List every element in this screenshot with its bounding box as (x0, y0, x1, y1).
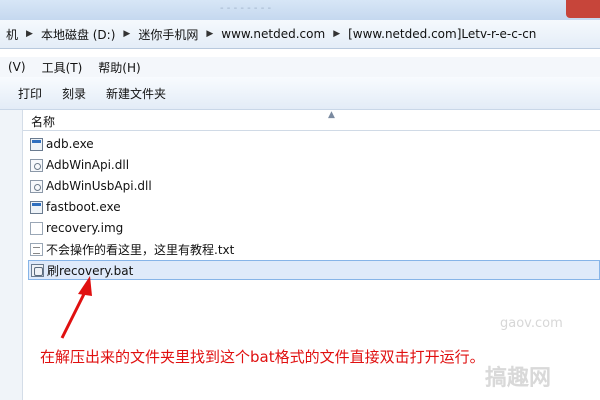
file-name: fastboot.exe (46, 200, 121, 214)
breadcrumb-folder[interactable]: 迷你手机网 (132, 26, 204, 43)
close-window-button[interactable] (566, 0, 600, 18)
watermark-logo: 搞趣网 (485, 366, 552, 391)
list-item[interactable]: recovery.img (30, 218, 123, 238)
exe-icon (30, 137, 43, 151)
file-list-header: 名称 ▲ (23, 110, 600, 131)
file-name: AdbWinUsbApi.dll (46, 179, 152, 193)
menu-view[interactable]: (V) (0, 60, 34, 74)
breadcrumb-separator-icon[interactable]: ▶ (24, 29, 35, 39)
breadcrumb-current-folder[interactable]: [www.netded.com]Letv-r-e-c-cn (342, 27, 542, 41)
watermark-url: gaov.com (500, 316, 563, 331)
breadcrumb-computer[interactable]: 机 (0, 26, 24, 43)
file-name: adb.exe (46, 137, 94, 151)
txt-icon (30, 242, 43, 256)
column-header-name[interactable]: 名称 (31, 113, 55, 130)
list-item-selected[interactable]: 刷recovery.bat (28, 260, 600, 280)
dll-icon (30, 179, 43, 193)
burn-button[interactable]: 刻录 (52, 85, 96, 102)
file-name: 刷recovery.bat (47, 263, 134, 278)
exe-icon (30, 200, 43, 214)
menu-tools[interactable]: 工具(T) (34, 59, 91, 76)
list-item[interactable]: AdbWinUsbApi.dll (30, 176, 152, 196)
img-icon (30, 221, 43, 235)
breadcrumb-separator-icon[interactable]: ▶ (121, 29, 132, 39)
print-button[interactable]: 打印 (0, 85, 52, 102)
breadcrumb-separator-icon[interactable]: ▶ (331, 29, 342, 39)
new-folder-button[interactable]: 新建文件夹 (96, 85, 176, 102)
dll-icon (30, 158, 43, 172)
title-text-blur: - - - - - - - - (220, 3, 272, 14)
breadcrumb-folder[interactable]: www.netded.com (215, 27, 331, 41)
address-bar[interactable]: 机 ▶ 本地磁盘 (D:) ▶ 迷你手机网 ▶ www.netded.com ▶… (0, 20, 600, 49)
file-name: 不会操作的看这里，这里有教程.txt (46, 242, 235, 257)
menu-bar: (V) 工具(T) 帮助(H) (0, 57, 600, 77)
navigation-pane[interactable] (0, 110, 23, 400)
breadcrumb-drive-d[interactable]: 本地磁盘 (D:) (35, 26, 121, 43)
command-toolbar: 打印 刻录 新建文件夹 (0, 77, 600, 110)
file-name: AdbWinApi.dll (46, 158, 130, 172)
bat-icon (31, 263, 44, 277)
list-item[interactable]: adb.exe (30, 134, 94, 154)
list-item[interactable]: 不会操作的看这里，这里有教程.txt (30, 239, 234, 259)
window-title-bar: - - - - - - - - (0, 0, 600, 20)
instruction-annotation: 在解压出来的文件夹里找到这个bat格式的文件直接双击打开运行。 (40, 348, 485, 366)
list-item[interactable]: fastboot.exe (30, 197, 121, 217)
sort-up-icon: ▲ (328, 110, 335, 120)
file-name: recovery.img (46, 221, 124, 235)
menu-help[interactable]: 帮助(H) (90, 59, 148, 76)
breadcrumb-separator-icon[interactable]: ▶ (204, 29, 215, 39)
list-item[interactable]: AdbWinApi.dll (30, 155, 129, 175)
